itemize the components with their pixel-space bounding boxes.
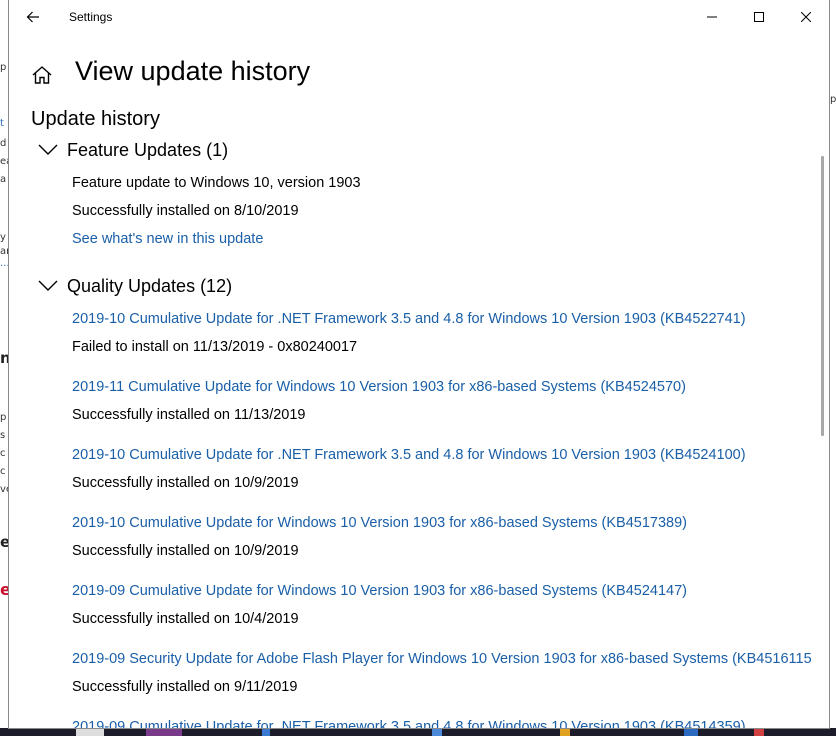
bg-fragment: t (0, 118, 4, 129)
section-title: Update history (31, 108, 160, 130)
page-header: View update history (9, 52, 829, 96)
bg-fragment: pa (830, 94, 836, 105)
update-name: Feature update to Windows 10, version 19… (72, 175, 361, 191)
quality-updates-label: Quality Updates (12) (67, 275, 233, 296)
update-link[interactable]: 2019-09 Cumulative Update for Windows 10… (72, 583, 687, 599)
background-desktop-right: pa (829, 0, 836, 736)
vertical-scrollbar[interactable] (821, 156, 824, 436)
taskbar-icon[interactable] (684, 729, 698, 736)
bg-fragment: a (0, 174, 7, 185)
back-arrow-icon (26, 11, 39, 23)
chevron-down-icon (38, 280, 58, 291)
bg-fragment: d (0, 138, 7, 149)
feature-updates-group-header[interactable]: Feature Updates (1) (37, 138, 228, 162)
taskbar-icon[interactable] (76, 729, 104, 736)
update-status: Failed to install on 11/13/2019 - 0x8024… (72, 339, 358, 355)
whats-new-link[interactable]: See what's new in this update (72, 231, 263, 247)
quality-updates-group-header[interactable]: Quality Updates (12) (37, 274, 232, 298)
title-bar[interactable]: Settings (9, 0, 829, 34)
close-button[interactable] (783, 0, 829, 34)
update-link[interactable]: 2019-11 Cumulative Update for Windows 10… (72, 379, 686, 395)
bg-fragment: c (0, 466, 6, 477)
update-status: Successfully installed on 10/9/2019 (72, 543, 299, 559)
update-link[interactable]: 2019-10 Cumulative Update for Windows 10… (72, 515, 687, 531)
update-status: Successfully installed on 8/10/2019 (72, 203, 299, 219)
feature-updates-label: Feature Updates (1) (67, 139, 229, 160)
update-status: Successfully installed on 11/13/2019 (72, 407, 306, 423)
chevron-down-icon (38, 144, 58, 155)
taskbar-icon[interactable] (262, 729, 270, 736)
taskbar-icon[interactable] (560, 729, 570, 736)
window-title: Settings (69, 10, 113, 24)
minimize-button[interactable] (689, 0, 735, 34)
taskbar-icon[interactable] (432, 729, 442, 736)
bg-fragment: p (0, 62, 7, 73)
settings-window: Settings View update history Update hist… (9, 0, 829, 728)
close-icon (801, 12, 811, 22)
taskbar (0, 728, 836, 736)
minimize-icon (707, 16, 717, 18)
home-icon[interactable] (31, 64, 53, 86)
update-status: Successfully installed on 10/9/2019 (72, 475, 299, 491)
bg-fragment: y (0, 232, 6, 243)
bg-fragment: s (0, 430, 6, 441)
bg-fragment: p (0, 412, 7, 423)
bg-fragment: c (0, 448, 6, 459)
update-status: Successfully installed on 9/11/2019 (72, 679, 298, 695)
maximize-icon (754, 12, 764, 22)
back-button[interactable] (19, 4, 47, 30)
update-link[interactable]: 2019-09 Cumulative Update for .NET Frame… (72, 719, 746, 728)
update-link[interactable]: 2019-10 Cumulative Update for .NET Frame… (72, 311, 746, 327)
update-link[interactable]: 2019-09 Security Update for Adobe Flash … (72, 651, 812, 667)
taskbar-icon[interactable] (754, 729, 764, 736)
update-status: Successfully installed on 10/4/2019 (72, 611, 299, 627)
update-link[interactable]: 2019-10 Cumulative Update for .NET Frame… (72, 447, 746, 463)
page-title: View update history (75, 56, 311, 86)
taskbar-icon[interactable] (146, 729, 182, 736)
maximize-button[interactable] (736, 0, 782, 34)
